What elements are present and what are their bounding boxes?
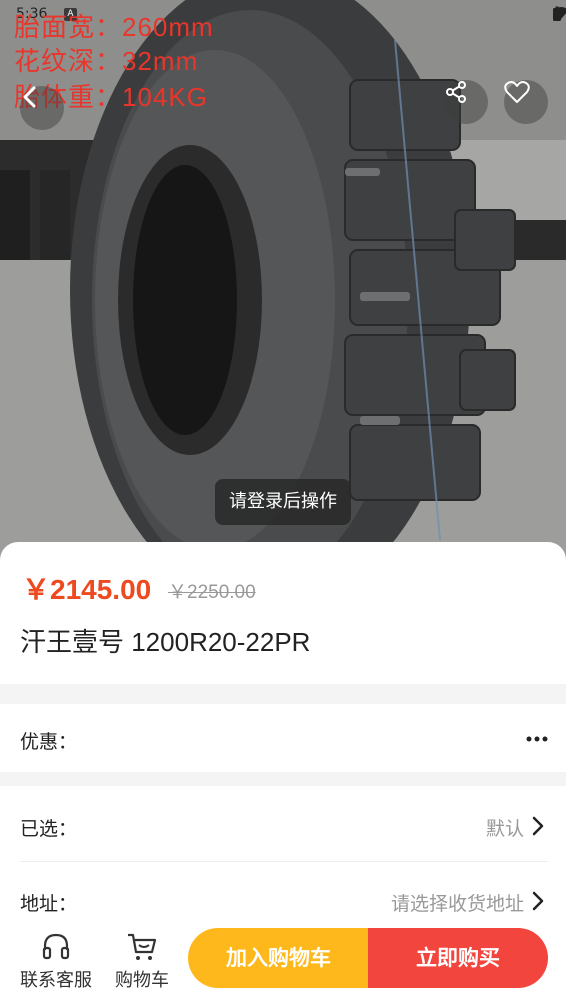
discount-label: 优惠：	[20, 731, 78, 753]
heart-icon	[504, 81, 530, 103]
selected-row[interactable]: 已选： 默认	[0, 786, 566, 862]
headset-icon	[42, 933, 70, 960]
back-button[interactable]	[20, 86, 64, 130]
chevron-right-icon	[532, 891, 544, 911]
overlay-tread-width: 胎面宽：260mm	[14, 12, 214, 42]
address-label: 地址：	[20, 893, 78, 915]
chevron-left-icon	[23, 86, 36, 108]
cart-label: 购物车	[115, 970, 169, 991]
original-price: ￥2250.00	[168, 582, 256, 603]
address-row[interactable]: 地址： 请选择收货地址	[0, 862, 566, 920]
share-icon	[446, 81, 466, 103]
product-price: ￥2145.00	[22, 574, 152, 605]
product-info-card	[0, 542, 566, 684]
more-icon[interactable]	[526, 736, 548, 742]
add-to-cart-button[interactable]: 加入购物车	[188, 928, 369, 988]
customer-service-label: 联系客服	[20, 970, 92, 991]
selected-value: 默认	[485, 818, 524, 840]
product-title: 汗王壹号 1200R20-22PR	[20, 627, 311, 657]
battery-icon	[553, 6, 561, 21]
share-button[interactable]	[444, 80, 488, 124]
product-image[interactable]: 5:36 A 胎面宽：260mm 花纹深：32mm 胎体重：104KG 请登录后…	[0, 0, 566, 560]
selected-label: 已选：	[20, 818, 78, 840]
login-toast: 请登录后操作	[215, 479, 351, 525]
buy-now-button[interactable]: 立即购买	[368, 928, 548, 988]
cart-button[interactable]: 购物车	[100, 920, 184, 1000]
options-section: 已选： 默认 地址： 请选择收货地址	[0, 786, 566, 920]
product-detail-page: 5:36 A 胎面宽：260mm 花纹深：32mm 胎体重：104KG 请登录后…	[0, 0, 566, 1006]
discount-row[interactable]: 优惠：	[0, 704, 566, 772]
overlay-tread-depth: 花纹深：32mm	[14, 46, 199, 76]
favorite-button[interactable]	[504, 80, 548, 124]
address-value: 请选择收货地址	[390, 893, 524, 915]
cart-icon	[128, 933, 157, 960]
customer-service-button[interactable]: 联系客服	[14, 920, 98, 1000]
chevron-right-icon	[532, 816, 544, 836]
